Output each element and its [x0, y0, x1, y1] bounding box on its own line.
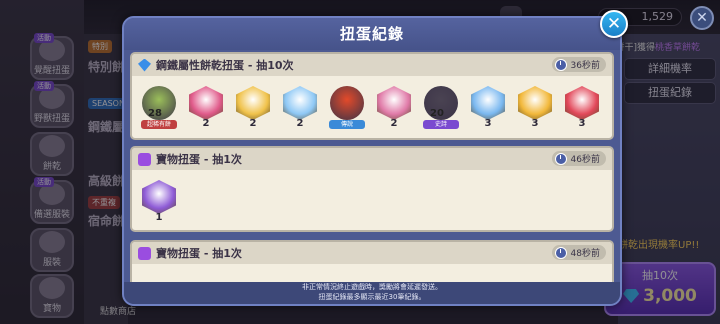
card-title: 鋼鐵屬性餅乾扭蛋 - 抽10次: [156, 59, 294, 72]
duplicate-count: 20: [430, 108, 444, 119]
soulstone-reward: 2: [234, 80, 272, 130]
footer-note: 非正常情況終止遊戲時，獎勵將會延遲發送。: [302, 283, 442, 291]
footer-note: 扭蛋紀錄最多顯示最近30筆紀錄。: [318, 293, 426, 301]
modal-title: 扭蛋紀錄: [339, 25, 404, 43]
clock-icon: [554, 246, 567, 259]
gacha-history-modal: 扭蛋紀錄 鋼鐵屬性餅乾扭蛋 - 抽10次 36秒前 超稀有餅 28 2 2 2 傳說 2 史詩…: [122, 16, 622, 306]
soulstone-reward: 1: [140, 174, 178, 224]
cookie-reward: 傳說: [328, 80, 366, 130]
duplicate-count: 28: [148, 108, 162, 119]
rarity-badge: 超稀有餅: [141, 120, 177, 129]
soulstone-icon: [471, 86, 505, 120]
soulstone-reward: 3: [516, 80, 554, 130]
soulstone-icon: [142, 180, 176, 214]
reward-count: 1: [155, 212, 163, 223]
treasure-icon: [138, 152, 151, 166]
reward-count: 2: [296, 118, 304, 129]
time-text: 36秒前: [570, 61, 600, 71]
card-title: 寶物扭蛋 - 抽1次: [156, 153, 242, 166]
clock-icon: [554, 152, 567, 165]
reward-count: 3: [578, 118, 586, 129]
background-close-icon[interactable]: ✕: [690, 6, 714, 30]
cookie-portrait-icon: [330, 86, 364, 120]
reward-count: 3: [484, 118, 492, 129]
soulstone-reward: 2: [281, 80, 319, 130]
soulstone-icon: [236, 86, 270, 120]
clock-icon: [554, 58, 567, 71]
card-items: 超稀有餅 28 2 2 2 傳說 2 史詩 20 3 3 3: [132, 76, 612, 136]
cookie-reward: 史詩 20: [422, 80, 460, 130]
soulstone-icon: [189, 86, 223, 120]
modal-footer: 非正常情況終止遊戲時，獎勵將會延遲發送。 扭蛋紀錄最多顯示最近30筆紀錄。: [124, 282, 620, 304]
time-pill: 46秒前: [551, 151, 606, 166]
modal-header: 扭蛋紀錄: [124, 18, 620, 50]
card-header: 鋼鐵屬性餅乾扭蛋 - 抽10次 36秒前: [132, 54, 612, 76]
rarity-badge: 史詩: [423, 120, 459, 129]
soulstone-icon: [565, 86, 599, 120]
time-text: 46秒前: [570, 155, 600, 165]
card-items: 1: [132, 170, 612, 230]
treasure-icon: [138, 246, 151, 260]
reward-count: 2: [390, 118, 398, 129]
reward-count: 3: [531, 118, 539, 129]
card-header: 寶物扭蛋 - 抽1次 48秒前: [132, 242, 612, 264]
soulstone-icon: [283, 86, 317, 120]
card-header: 寶物扭蛋 - 抽1次 46秒前: [132, 148, 612, 170]
diamond-icon: [138, 58, 151, 72]
reward-count: 2: [202, 118, 210, 129]
history-card: 鋼鐵屬性餅乾扭蛋 - 抽10次 36秒前 超稀有餅 28 2 2 2 傳說 2 史詩 20 3 3 3: [130, 52, 614, 140]
soulstone-reward: 2: [375, 80, 413, 130]
time-text: 48秒前: [570, 249, 600, 259]
close-icon[interactable]: ✕: [600, 10, 628, 38]
soulstone-reward: 3: [469, 80, 507, 130]
cookie-reward: 超稀有餅 28: [140, 80, 178, 130]
soulstone-reward: 2: [187, 80, 225, 130]
reward-count: 2: [249, 118, 257, 129]
history-list[interactable]: 鋼鐵屬性餅乾扭蛋 - 抽10次 36秒前 超稀有餅 28 2 2 2 傳說 2 史詩 20 3 3 3…: [130, 52, 614, 292]
soulstone-icon: [518, 86, 552, 120]
history-card: 寶物扭蛋 - 抽1次 46秒前 1: [130, 146, 614, 232]
card-title: 寶物扭蛋 - 抽1次: [156, 247, 242, 260]
rarity-badge: 傳說: [329, 120, 365, 129]
soulstone-icon: [377, 86, 411, 120]
time-pill: 36秒前: [551, 57, 606, 72]
soulstone-reward: 3: [563, 80, 601, 130]
time-pill: 48秒前: [551, 245, 606, 260]
